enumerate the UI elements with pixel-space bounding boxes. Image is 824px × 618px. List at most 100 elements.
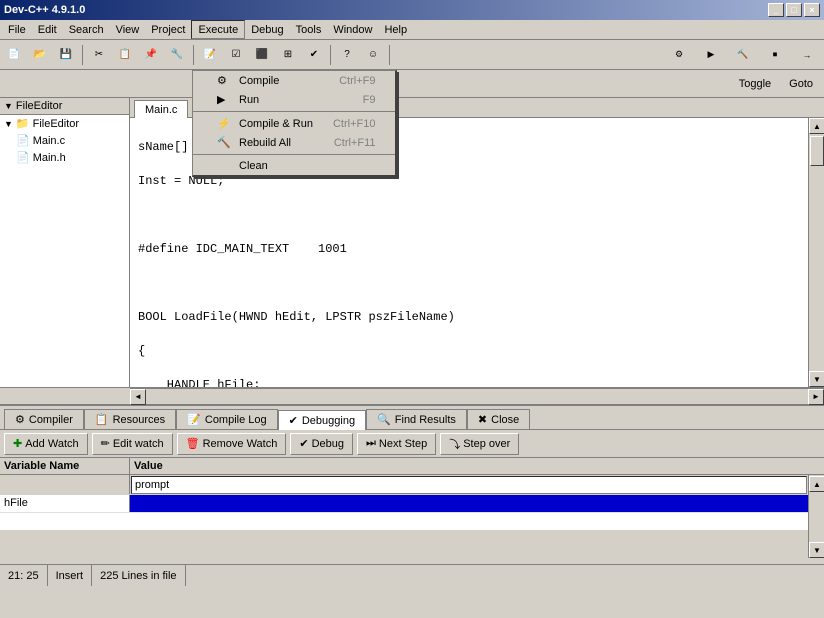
menu-debug[interactable]: Debug <box>245 20 289 39</box>
compile-menu-label: Compile <box>239 75 279 87</box>
add-watch-button[interactable]: ✚ Add Watch <box>4 433 88 455</box>
goto-btn[interactable]: → <box>792 43 822 67</box>
help-btn[interactable]: ? <box>335 43 359 67</box>
tb9[interactable]: ✔ <box>302 43 326 67</box>
menu-window[interactable]: Window <box>327 20 378 39</box>
edit-watch-button[interactable]: ✏ Edit watch <box>92 433 173 455</box>
watch-var-value <box>130 495 808 512</box>
tree-main-h[interactable]: 📄 Main.h <box>0 149 129 166</box>
scroll-down-button[interactable]: ▼ <box>809 371 824 387</box>
resources-icon: 📋 <box>95 413 109 426</box>
paste-button[interactable]: 📌 <box>139 43 163 67</box>
menu-compile[interactable]: ⚙ Compile Ctrl+F9 <box>193 71 395 90</box>
status-info: 225 Lines in file <box>92 565 185 586</box>
menu-search[interactable]: Search <box>63 20 110 39</box>
prompt-input[interactable] <box>131 476 807 494</box>
cut-button[interactable]: ✂ <box>87 43 111 67</box>
scroll-right-button[interactable]: ► <box>808 389 824 405</box>
compile-run-shortcut: Ctrl+F10 <box>333 118 376 130</box>
compiler-icon: ⚙ <box>15 413 25 426</box>
tree-fileeditor[interactable]: ▼ 📁 FileEditor <box>0 115 129 132</box>
secondary-toolbar: Toggle Goto <box>0 70 824 98</box>
watch-scroll-up[interactable]: ▲ <box>809 476 824 492</box>
menu-view[interactable]: View <box>110 20 146 39</box>
tab-label: Compiler <box>29 414 73 426</box>
tab-resources[interactable]: 📋 Resources <box>84 409 176 429</box>
tree-label: Main.c <box>33 135 65 147</box>
menu-tools[interactable]: Tools <box>290 20 328 39</box>
tb7[interactable]: ⬛ <box>250 43 274 67</box>
collapse-icon[interactable]: ▼ <box>4 101 13 111</box>
sep2 <box>193 154 395 155</box>
tb8[interactable]: ⊞ <box>276 43 300 67</box>
stop-btn[interactable]: ⏹ <box>760 43 790 67</box>
watch-scroll-track[interactable] <box>809 492 824 542</box>
edit-watch-icon: ✏ <box>101 437 110 450</box>
watch-scroll-down[interactable]: ▼ <box>809 542 824 558</box>
tree-main-c[interactable]: 📄 Main.c <box>0 132 129 149</box>
menu-help[interactable]: Help <box>378 20 413 39</box>
menu-execute[interactable]: Execute <box>191 20 245 39</box>
run-btn[interactable]: ▶ <box>696 43 726 67</box>
remove-watch-button[interactable]: 🗑 Remove Watch <box>177 433 287 455</box>
tb6[interactable]: ☑ <box>224 43 248 67</box>
find-icon: 🔍 <box>377 413 391 426</box>
goto-button[interactable]: Goto <box>782 75 820 93</box>
horizontal-scrollbar[interactable]: ◄ ► <box>130 388 824 404</box>
scroll-up-button[interactable]: ▲ <box>809 118 824 134</box>
debug-button[interactable]: ✔ Debug <box>290 433 353 455</box>
tab-compile-log[interactable]: 📝 Compile Log <box>176 409 277 429</box>
window-controls[interactable]: _ □ × <box>768 3 820 17</box>
compile-menu-icon: ⚙ <box>217 74 233 87</box>
build-btn[interactable]: 🔨 <box>728 43 758 67</box>
menu-edit[interactable]: Edit <box>32 20 63 39</box>
add-watch-label: Add Watch <box>25 438 78 450</box>
run-menu-label: Run <box>239 94 259 106</box>
new-button[interactable]: 📄 <box>2 43 26 67</box>
watch-table-body: hFile <box>0 475 824 530</box>
close-button[interactable]: × <box>804 3 820 17</box>
rebuild-label: Rebuild All <box>239 137 291 149</box>
next-step-label: Next Step <box>379 438 427 450</box>
menu-file[interactable]: File <box>2 20 32 39</box>
remove-watch-label: Remove Watch <box>203 438 278 450</box>
copy-button[interactable]: 📋 <box>113 43 137 67</box>
next-step-button[interactable]: ⏭ Next Step <box>357 433 436 455</box>
menu-compile-run[interactable]: ⚡ Compile & Run Ctrl+F10 <box>193 114 395 133</box>
vertical-scrollbar[interactable]: ▲ ▼ <box>808 118 824 387</box>
menu-clean[interactable]: Clean <box>193 157 395 175</box>
window-title: Dev-C++ 4.9.1.0 <box>4 4 85 16</box>
about-btn[interactable]: ☺ <box>361 43 385 67</box>
tab-compiler[interactable]: ⚙ Compiler <box>4 409 84 429</box>
menu-run[interactable]: ▶ Run F9 <box>193 90 395 109</box>
menu-project[interactable]: Project <box>145 20 191 39</box>
scroll-track[interactable] <box>809 134 824 371</box>
file-icon: 📄 <box>16 134 30 147</box>
tab-label: Close <box>491 414 519 426</box>
tb5[interactable]: 📝 <box>198 43 222 67</box>
scroll-thumb[interactable] <box>810 136 824 166</box>
menu-rebuild[interactable]: 🔨 Rebuild All Ctrl+F11 <box>193 133 395 152</box>
maximize-button[interactable]: □ <box>786 3 802 17</box>
toggle-button[interactable]: Toggle <box>732 75 778 93</box>
compile-btn[interactable]: ⚙ <box>664 43 694 67</box>
debug-btn-icon: ✔ <box>299 437 308 450</box>
save-button[interactable]: 💾 <box>54 43 78 67</box>
scroll-left-button[interactable]: ◄ <box>130 389 146 405</box>
code-line <box>138 275 816 292</box>
tab-main-c[interactable]: Main.c <box>134 100 188 118</box>
main-toolbar: 📄 📂 💾 ✂ 📋 📌 🔧 📝 ☑ ⬛ ⊞ ✔ ? ☺ ⚙ ▶ 🔨 ⏹ → <box>0 40 824 70</box>
tab-find-results[interactable]: 🔍 Find Results <box>366 409 467 429</box>
tab-debugging[interactable]: ✔ Debugging <box>278 410 366 430</box>
code-line <box>138 207 816 224</box>
minimize-button[interactable]: _ <box>768 3 784 17</box>
step-over-button[interactable]: ⤵ Step over <box>440 433 519 455</box>
rebuild-shortcut: Ctrl+F11 <box>334 137 376 149</box>
menu-bar: File Edit Search View Project Execute De… <box>0 20 824 40</box>
bottom-tab-bar: ⚙ Compiler 📋 Resources 📝 Compile Log ✔ D… <box>0 406 824 430</box>
tab-close[interactable]: ✖ Close <box>467 409 530 429</box>
tb4[interactable]: 🔧 <box>165 43 189 67</box>
watch-table-scrollbar[interactable]: ▲ ▼ <box>808 476 824 558</box>
open-button[interactable]: 📂 <box>28 43 52 67</box>
close-icon: ✖ <box>478 413 487 426</box>
